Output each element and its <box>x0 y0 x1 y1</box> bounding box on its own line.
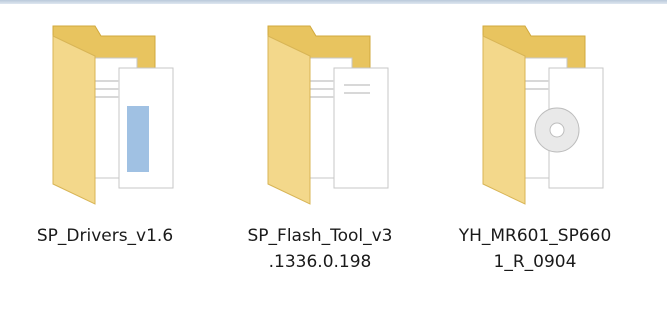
folder-item-sp-flash-tool[interactable]: SP_Flash_Tool_v3 .1336.0.198 <box>235 20 405 300</box>
folder-name-label: SP_Flash_Tool_v3 .1336.0.198 <box>247 226 393 272</box>
folder-with-documents-icon <box>465 20 605 210</box>
top-border <box>0 0 667 4</box>
folder-with-documents-icon <box>250 20 390 210</box>
folder-name-label: YH_MR601_SP660 1_R_0904 <box>458 226 612 272</box>
folder-item-sp-drivers[interactable]: SP_Drivers_v1.6 <box>20 20 190 300</box>
file-explorer-view: SP_Drivers_v1.6 SP_Flash_Tool_v3 .1336.0… <box>0 0 667 324</box>
folder-with-documents-icon <box>35 20 175 210</box>
folder-name-label: SP_Drivers_v1.6 <box>36 226 174 246</box>
folder-item-yh-mr601[interactable]: YH_MR601_SP660 1_R_0904 <box>450 20 620 300</box>
